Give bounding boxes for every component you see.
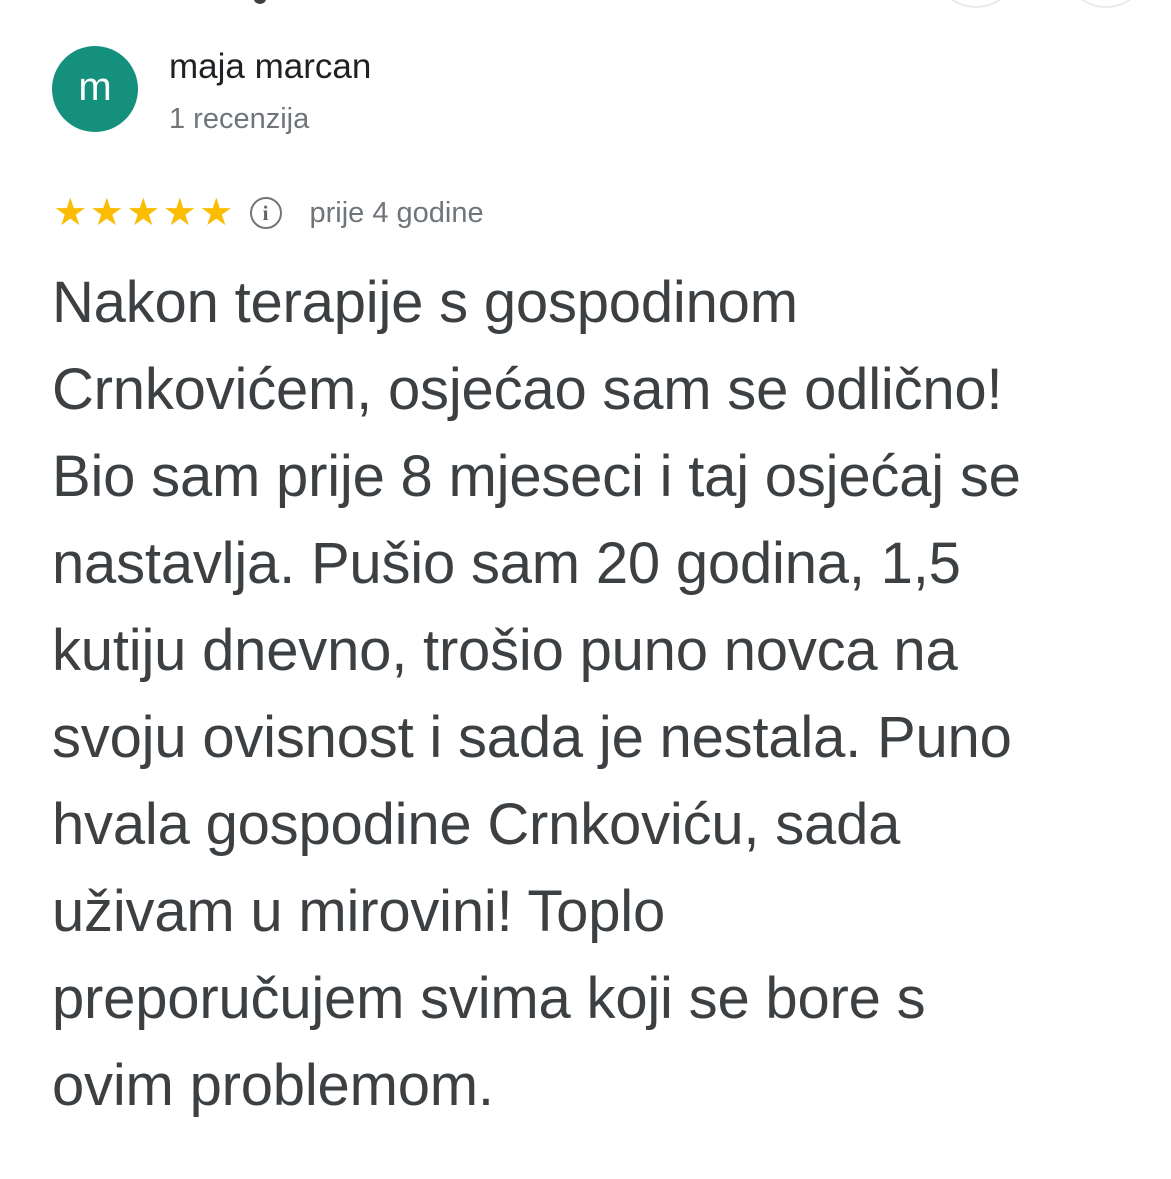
- rating-row: ★ ★ ★ ★ ★ i prije 4 godine: [52, 190, 484, 236]
- avatar[interactable]: m: [52, 46, 138, 132]
- star-icon: ★: [199, 192, 234, 234]
- top-action-button[interactable]: [932, 0, 1020, 8]
- top-menu-button[interactable]: [1062, 0, 1150, 8]
- star-icon: ★: [162, 192, 197, 234]
- info-icon[interactable]: i: [249, 197, 282, 229]
- reviewer-name[interactable]: maja marcan: [169, 45, 371, 89]
- star-icon: ★: [53, 192, 88, 234]
- reviewer-review-count: 1 recenzija: [169, 103, 310, 135]
- review-card: m maja marcan 1 recenzija ★ ★ ★ ★ ★ i prije …: [0, 0, 1171, 1179]
- star-icon: ★: [126, 192, 161, 234]
- reviewer-header: m maja marcan 1 recenzija: [52, 46, 371, 137]
- reviewer-info: maja marcan 1 recenzija: [169, 46, 371, 137]
- star-rating: ★ ★ ★ ★ ★: [52, 194, 235, 232]
- review-date: prije 4 godine: [309, 197, 484, 229]
- cut-off-text: [254, 0, 266, 4]
- review-text: Nakon terapije s gospodinom Crnkovićem, …: [52, 270, 1021, 1118]
- star-icon: ★: [89, 192, 124, 234]
